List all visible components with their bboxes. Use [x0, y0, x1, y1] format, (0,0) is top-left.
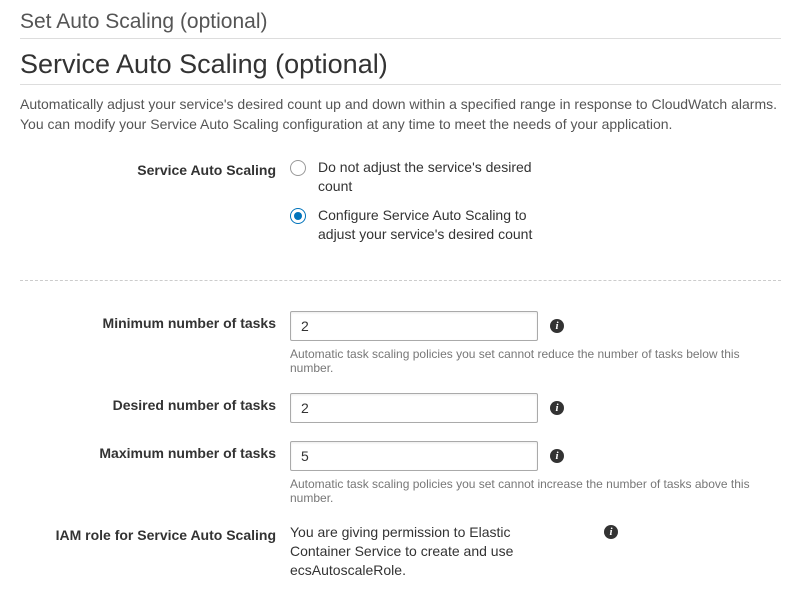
minimum-tasks-help: Automatic task scaling policies you set … [290, 347, 781, 375]
service-auto-scaling-row: Service Auto Scaling Do not adjust the s… [20, 158, 781, 254]
info-icon[interactable]: i [550, 319, 564, 333]
maximum-tasks-input[interactable] [290, 441, 538, 471]
radio-configure-label: Configure Service Auto Scaling to adjust… [318, 206, 558, 244]
info-icon[interactable]: i [550, 449, 564, 463]
maximum-tasks-row: Maximum number of tasks i Automatic task… [20, 441, 781, 505]
radio-do-not-adjust-label: Do not adjust the service's desired coun… [318, 158, 558, 196]
radio-configure[interactable]: Configure Service Auto Scaling to adjust… [290, 206, 558, 244]
radio-icon [290, 208, 306, 224]
minimum-tasks-row: Minimum number of tasks i Automatic task… [20, 311, 781, 375]
info-icon[interactable]: i [550, 401, 564, 415]
radio-do-not-adjust[interactable]: Do not adjust the service's desired coun… [290, 158, 558, 196]
minimum-tasks-input[interactable] [290, 311, 538, 341]
desired-tasks-label: Desired number of tasks [20, 393, 290, 413]
iam-role-text-after: . [402, 562, 406, 578]
iam-role-name: ecsAutoscaleRole [290, 562, 402, 578]
radio-icon [290, 160, 306, 176]
minimum-tasks-label: Minimum number of tasks [20, 311, 290, 331]
info-icon[interactable]: i [604, 525, 618, 539]
desired-tasks-row: Desired number of tasks i [20, 393, 781, 423]
divider [20, 84, 781, 85]
maximum-tasks-label: Maximum number of tasks [20, 441, 290, 461]
section-description: Automatically adjust your service's desi… [20, 95, 781, 134]
service-auto-scaling-label: Service Auto Scaling [20, 158, 290, 178]
dashed-divider [20, 280, 781, 281]
maximum-tasks-help: Automatic task scaling policies you set … [290, 477, 781, 505]
iam-role-label: IAM role for Service Auto Scaling [20, 523, 290, 543]
iam-role-row: IAM role for Service Auto Scaling You ar… [20, 523, 781, 580]
iam-role-text: You are giving permission to Elastic Con… [290, 523, 550, 580]
iam-role-text-before: You are giving permission to Elastic Con… [290, 524, 513, 559]
section-title: Service Auto Scaling (optional) [20, 49, 781, 80]
set-auto-scaling-title: Set Auto Scaling (optional) [20, 10, 781, 39]
desired-tasks-input[interactable] [290, 393, 538, 423]
